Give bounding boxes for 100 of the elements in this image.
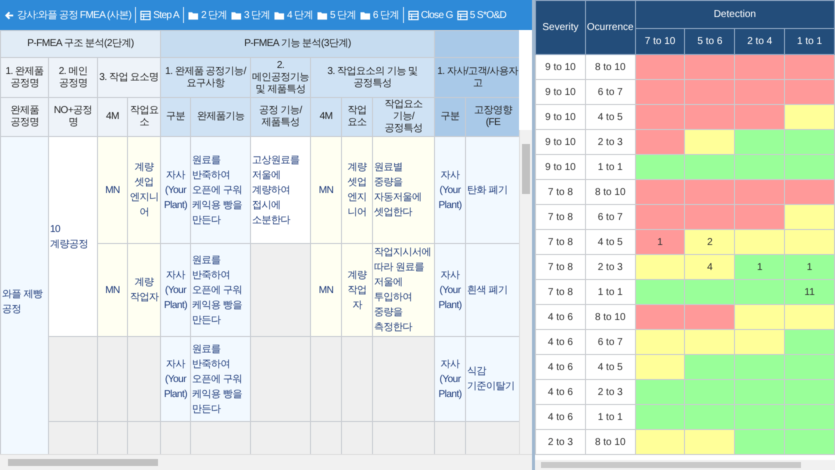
group-header: P-FMEA 구조 분석(2단계) bbox=[0, 30, 161, 58]
table-cell: 2 to 3 bbox=[585, 130, 636, 154]
table-cell: 자사 (Your Plant) bbox=[160, 336, 191, 422]
column-group-header: 3. 작업 요소명 bbox=[98, 58, 161, 98]
table-cell: 4 to 5 bbox=[585, 354, 636, 380]
table-cell: 9 to 10 bbox=[536, 54, 586, 80]
table-cell: 8 to 10 bbox=[585, 180, 636, 204]
table-cell: 작업지시서에 따라 원료를 저울에 투입하여 중량을 측정한다 bbox=[372, 244, 435, 336]
risk-cell: 1 bbox=[635, 230, 685, 254]
table-cell: 7 to 8 bbox=[536, 204, 586, 230]
column-header: 작업요소 bbox=[342, 98, 373, 136]
table-cell: 원료별 중량을 자동저울에 셋업한다 bbox=[372, 136, 435, 244]
table-cell: 4 to 6 bbox=[536, 330, 586, 354]
table-cell: 7 to 8 bbox=[536, 180, 586, 204]
column-header: 1 to 1 bbox=[784, 28, 834, 54]
toolbar-button[interactable]: 4 단계 bbox=[272, 6, 315, 24]
table-cell: 6 to 7 bbox=[585, 80, 636, 104]
table-cell: 원료를 반죽하여 오픈에 구워 케익용 빵을 만든다 bbox=[190, 336, 251, 422]
folder-icon bbox=[274, 10, 285, 20]
table-cell: 4 to 6 bbox=[536, 304, 586, 330]
table-cell: 원료를 반죽하여 오픈에 구워 케익용 빵을 만든다 bbox=[190, 136, 251, 244]
horizontal-scrollbar[interactable] bbox=[0, 454, 532, 470]
toolbar-button[interactable]: Close G bbox=[406, 8, 455, 22]
table-cell: 1 to 1 bbox=[585, 404, 636, 430]
column-header: 완제품기능 bbox=[190, 98, 251, 136]
column-header: 고장영향(FE bbox=[466, 98, 520, 136]
table-cell: 6 to 7 bbox=[585, 330, 636, 354]
table-cell: MN bbox=[310, 136, 342, 244]
column-group-header: 2. 메인 공정명 bbox=[48, 58, 98, 98]
table-icon bbox=[140, 10, 152, 20]
table-cell: 계량 셋업 엔지니어 bbox=[342, 136, 373, 244]
column-header: 5 to 6 bbox=[684, 28, 735, 54]
column-header: 4M bbox=[98, 98, 128, 136]
toolbar-button[interactable]: 3 단계 bbox=[229, 6, 272, 24]
table-cell: 4 to 6 bbox=[536, 380, 586, 404]
risk-cell: 4 bbox=[684, 254, 735, 280]
table-cell: 계량 셋업 엔지니어 bbox=[128, 136, 161, 244]
column-header: 공정 기능/제품특성 bbox=[250, 98, 311, 136]
table-cell: 자사 (Your Plant) bbox=[434, 336, 466, 422]
table-cell: 계량 작업자 bbox=[342, 244, 373, 336]
table-cell: 4 to 5 bbox=[585, 104, 636, 130]
table-cell: 9 to 10 bbox=[536, 104, 586, 130]
table-cell: 7 to 8 bbox=[536, 254, 586, 280]
column-header: 작업요소 기능/공정특성 bbox=[372, 98, 435, 136]
table-cell: 9 to 10 bbox=[536, 80, 586, 104]
table-cell: 8 to 10 bbox=[585, 430, 636, 454]
table-cell: 자사 (Your Plant) bbox=[160, 136, 191, 244]
column-header: 2 to 4 bbox=[734, 28, 785, 54]
risk-cell: 1 bbox=[784, 254, 834, 280]
column-header: 7 to 10 bbox=[635, 28, 685, 54]
column-group-header: Detection bbox=[635, 0, 834, 28]
table-cell: 자사 (Your Plant) bbox=[434, 136, 466, 244]
column-group-header: 1. 완제품 공정기능/요구사항 bbox=[160, 58, 251, 98]
table-cell: 8 to 10 bbox=[585, 304, 636, 330]
table-cell: 1 to 1 bbox=[585, 154, 636, 180]
table-cell: 탄화 폐기 bbox=[466, 136, 520, 244]
toolbar-button[interactable]: 6 단계 bbox=[358, 6, 401, 24]
back-arrow-icon bbox=[4, 10, 15, 20]
table-cell: 7 to 8 bbox=[536, 280, 586, 304]
table-cell: 6 to 7 bbox=[585, 204, 636, 230]
folder-icon bbox=[360, 10, 371, 20]
toolbar-button[interactable]: 강사:와플 공정 FMEA (사본) bbox=[2, 6, 134, 24]
table-icon bbox=[408, 10, 419, 20]
table-cell: 계량 작업자 bbox=[128, 244, 161, 336]
risk-cell: 2 bbox=[684, 230, 735, 254]
table-cell: 2 to 3 bbox=[585, 254, 636, 280]
table-cell: 4 to 5 bbox=[585, 230, 636, 254]
column-group-header: 3. 작업요소의 기능 및 공정특성 bbox=[310, 58, 435, 98]
table-cell: 9 to 10 bbox=[536, 130, 586, 154]
column-header: NO+공정명 bbox=[48, 98, 98, 136]
table-cell: MN bbox=[310, 244, 342, 336]
column-group-header: 1. 완제품 공정명 bbox=[0, 58, 48, 98]
table-cell: 식감 기준이탈기 bbox=[466, 336, 520, 422]
column-header: Ocurrence bbox=[585, 0, 636, 54]
group-header: P-FMEA 기능 분석(3단계) bbox=[160, 30, 435, 58]
table-cell: 고상원료를 저울에 계량하여 접시에 소분한다 bbox=[250, 136, 311, 244]
table-cell: 4 to 6 bbox=[536, 404, 586, 430]
horizontal-scrollbar[interactable] bbox=[535, 460, 835, 470]
column-header: Severity bbox=[536, 0, 586, 54]
table-cell: 7 to 8 bbox=[536, 230, 586, 254]
table-cell: 10 계량공정 bbox=[48, 136, 98, 336]
table-cell: 8 to 10 bbox=[585, 54, 636, 80]
column-header: 작업요소 bbox=[128, 98, 161, 136]
vertical-scrollbar[interactable] bbox=[519, 130, 532, 454]
toolbar-button[interactable]: 2 단계 bbox=[186, 6, 230, 24]
table-cell: MN bbox=[98, 244, 128, 336]
table-cell: MN bbox=[98, 136, 128, 244]
toolbar-button[interactable]: 5 단계 bbox=[314, 6, 358, 24]
table-cell: 9 to 10 bbox=[536, 154, 586, 180]
table-cell: 2 to 3 bbox=[585, 380, 636, 404]
risk-cell: 1 bbox=[734, 254, 785, 280]
table-cell: 자사 (Your Plant) bbox=[160, 244, 191, 336]
column-header: 구분 bbox=[434, 98, 466, 136]
toolbar-button[interactable]: Step A bbox=[138, 8, 182, 22]
table-cell: 1 to 1 bbox=[585, 280, 636, 304]
table-cell: 흰색 폐기 bbox=[466, 244, 520, 336]
folder-icon bbox=[316, 10, 328, 20]
toolbar-button[interactable]: 5 S*O&D bbox=[454, 8, 508, 22]
column-group-header: 1. 자사/고객/사용자 고 bbox=[434, 58, 520, 98]
table-cell: 자사 (Your Plant) bbox=[434, 244, 466, 336]
